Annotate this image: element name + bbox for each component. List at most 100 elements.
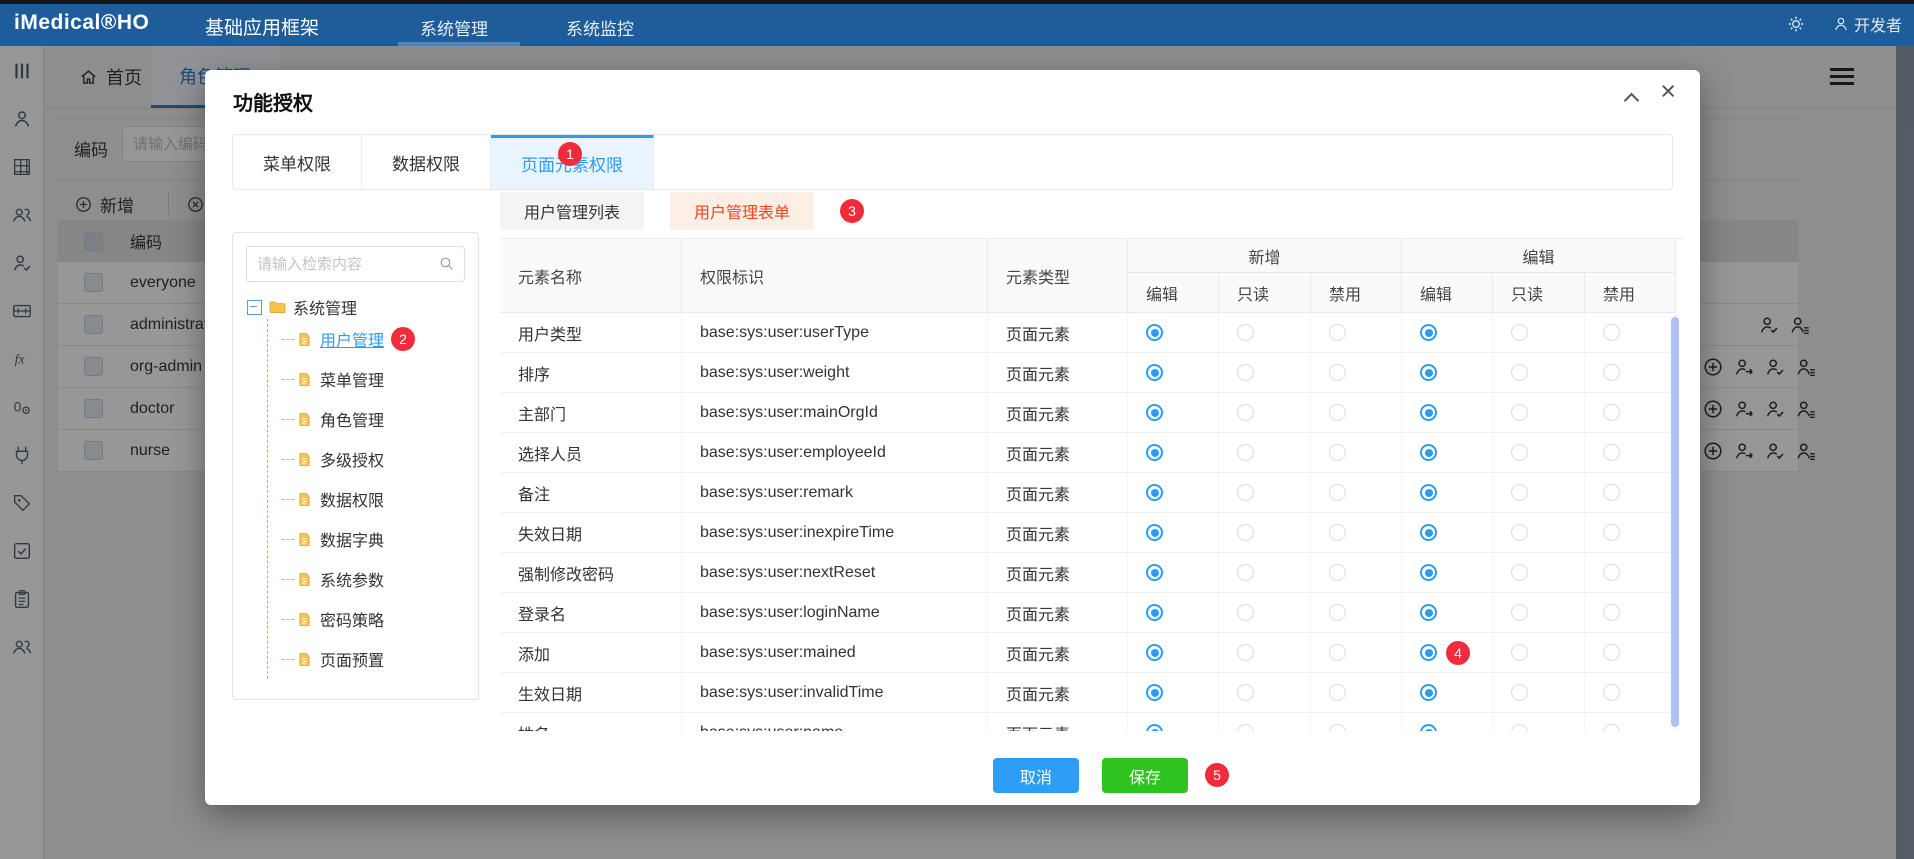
- permission-id: base:sys:user:mainOrgId: [682, 393, 988, 432]
- radio-add-edit[interactable]: [1146, 404, 1163, 421]
- radio-edit-disabled[interactable]: [1603, 564, 1620, 581]
- radio-add-edit[interactable]: [1146, 364, 1163, 381]
- radio-add-edit[interactable]: [1146, 444, 1163, 461]
- radio-edit-edit[interactable]: [1420, 684, 1437, 701]
- radio-add-disabled[interactable]: [1329, 604, 1346, 621]
- radio-edit-edit[interactable]: [1420, 564, 1437, 581]
- tree-item-data-permission[interactable]: 数据权限: [282, 479, 415, 519]
- tree-item-data-dictionary[interactable]: 数据字典: [282, 519, 415, 559]
- radio-add-disabled[interactable]: [1329, 724, 1346, 731]
- radio-add-edit[interactable]: [1146, 324, 1163, 341]
- subtab-user-list[interactable]: 用户管理列表: [500, 192, 645, 230]
- tab-data-permission[interactable]: 数据权限: [362, 135, 491, 189]
- radio-edit-disabled[interactable]: [1603, 684, 1620, 701]
- radio-add-readonly[interactable]: [1237, 524, 1254, 541]
- settings-gear-icon[interactable]: [1786, 14, 1806, 34]
- permission-row: 用户类型 base:sys:user:userType 页面元素: [500, 313, 1676, 353]
- tree-item-user-management[interactable]: 用户管理 2: [282, 319, 416, 359]
- radio-add-readonly[interactable]: [1237, 364, 1254, 381]
- radio-add-disabled[interactable]: [1329, 684, 1346, 701]
- tree-item-password-policy[interactable]: 密码策略: [282, 599, 415, 639]
- subtab-user-form[interactable]: 用户管理表单: [670, 192, 815, 230]
- radio-add-disabled[interactable]: [1329, 404, 1346, 421]
- tree-item-page-preset[interactable]: 页面预置: [282, 639, 415, 679]
- tree-collapse-toggle-icon[interactable]: [247, 299, 262, 315]
- radio-edit-readonly[interactable]: [1511, 724, 1528, 731]
- radio-add-readonly[interactable]: [1237, 324, 1254, 341]
- save-button[interactable]: 保存: [1102, 758, 1188, 793]
- radio-edit-disabled[interactable]: [1603, 404, 1620, 421]
- radio-edit-disabled[interactable]: [1603, 524, 1620, 541]
- tree-item-role-management[interactable]: 角色管理: [282, 399, 415, 439]
- radio-add-readonly[interactable]: [1237, 724, 1254, 731]
- radio-add-readonly[interactable]: [1237, 484, 1254, 501]
- radio-edit-edit[interactable]: [1420, 364, 1437, 381]
- radio-edit-readonly[interactable]: [1511, 564, 1528, 581]
- radio-add-disabled[interactable]: [1329, 444, 1346, 461]
- tab-menu-permission[interactable]: 菜单权限: [233, 135, 362, 189]
- radio-add-edit[interactable]: [1146, 684, 1163, 701]
- radio-edit-readonly[interactable]: [1511, 364, 1528, 381]
- radio-add-disabled[interactable]: [1329, 644, 1346, 661]
- nav-item-system-monitor[interactable]: 系统监控: [566, 15, 634, 40]
- radio-edit-edit[interactable]: [1420, 524, 1437, 541]
- tree-item-multilevel-auth[interactable]: 多级授权: [282, 439, 415, 479]
- radio-edit-disabled[interactable]: [1603, 644, 1620, 661]
- radio-edit-readonly[interactable]: [1511, 604, 1528, 621]
- radio-add-disabled[interactable]: [1329, 324, 1346, 341]
- tree-item-menu-management[interactable]: 菜单管理: [282, 359, 415, 399]
- radio-add-readonly[interactable]: [1237, 684, 1254, 701]
- tree-item-system-parameters[interactable]: 系统参数: [282, 559, 415, 599]
- tree-search-input[interactable]: [246, 246, 465, 282]
- radio-edit-disabled[interactable]: [1603, 724, 1620, 731]
- close-icon[interactable]: ×: [1660, 78, 1676, 105]
- cancel-button[interactable]: 取消: [993, 758, 1079, 793]
- radio-edit-edit[interactable]: [1420, 404, 1437, 421]
- tree-root-node[interactable]: 系统管理: [247, 295, 357, 319]
- radio-edit-disabled[interactable]: [1603, 364, 1620, 381]
- radio-add-disabled[interactable]: [1329, 564, 1346, 581]
- radio-edit-edit[interactable]: [1420, 324, 1437, 341]
- collapse-chevron-icon[interactable]: [1625, 92, 1638, 105]
- permission-row: 选择人员 base:sys:user:employeeId 页面元素: [500, 433, 1676, 473]
- subcol-add-disabled: 禁用: [1311, 273, 1402, 313]
- radio-edit-edit[interactable]: [1420, 484, 1437, 501]
- radio-add-edit[interactable]: [1146, 484, 1163, 501]
- element-type: 页面元素: [988, 353, 1128, 392]
- radio-add-disabled[interactable]: [1329, 524, 1346, 541]
- radio-edit-disabled[interactable]: [1603, 324, 1620, 341]
- radio-add-disabled[interactable]: [1329, 484, 1346, 501]
- radio-edit-edit[interactable]: [1420, 444, 1437, 461]
- radio-add-readonly[interactable]: [1237, 444, 1254, 461]
- radio-edit-readonly[interactable]: [1511, 524, 1528, 541]
- annotation-badge-4: 4: [1446, 641, 1470, 665]
- subcol-add-edit: 编辑: [1128, 273, 1219, 313]
- radio-edit-readonly[interactable]: [1511, 484, 1528, 501]
- radio-edit-disabled[interactable]: [1603, 484, 1620, 501]
- radio-add-edit[interactable]: [1146, 524, 1163, 541]
- radio-add-edit[interactable]: [1146, 604, 1163, 621]
- radio-edit-readonly[interactable]: [1511, 444, 1528, 461]
- radio-edit-disabled[interactable]: [1603, 604, 1620, 621]
- radio-add-edit[interactable]: [1146, 724, 1163, 731]
- radio-edit-disabled[interactable]: [1603, 444, 1620, 461]
- radio-add-readonly[interactable]: [1237, 564, 1254, 581]
- radio-add-readonly[interactable]: [1237, 604, 1254, 621]
- radio-edit-edit[interactable]: [1420, 604, 1437, 621]
- radio-edit-readonly[interactable]: [1511, 324, 1528, 341]
- radio-edit-readonly[interactable]: [1511, 684, 1528, 701]
- radio-add-readonly[interactable]: [1237, 404, 1254, 421]
- radio-edit-edit[interactable]: [1420, 644, 1437, 661]
- table-vertical-scrollbar[interactable]: [1671, 317, 1679, 727]
- radio-add-edit[interactable]: [1146, 644, 1163, 661]
- user-menu[interactable]: 开发者: [1832, 12, 1902, 36]
- radio-edit-edit[interactable]: [1420, 724, 1437, 731]
- radio-add-readonly[interactable]: [1237, 644, 1254, 661]
- radio-add-disabled[interactable]: [1329, 364, 1346, 381]
- radio-edit-readonly[interactable]: [1511, 404, 1528, 421]
- radio-add-edit[interactable]: [1146, 564, 1163, 581]
- col-group-edit: 编辑: [1402, 239, 1676, 273]
- element-group-tabs: 用户管理列表 用户管理表单 3: [500, 192, 865, 230]
- nav-item-system-management[interactable]: 系统管理: [420, 15, 488, 40]
- radio-edit-readonly[interactable]: [1511, 644, 1528, 661]
